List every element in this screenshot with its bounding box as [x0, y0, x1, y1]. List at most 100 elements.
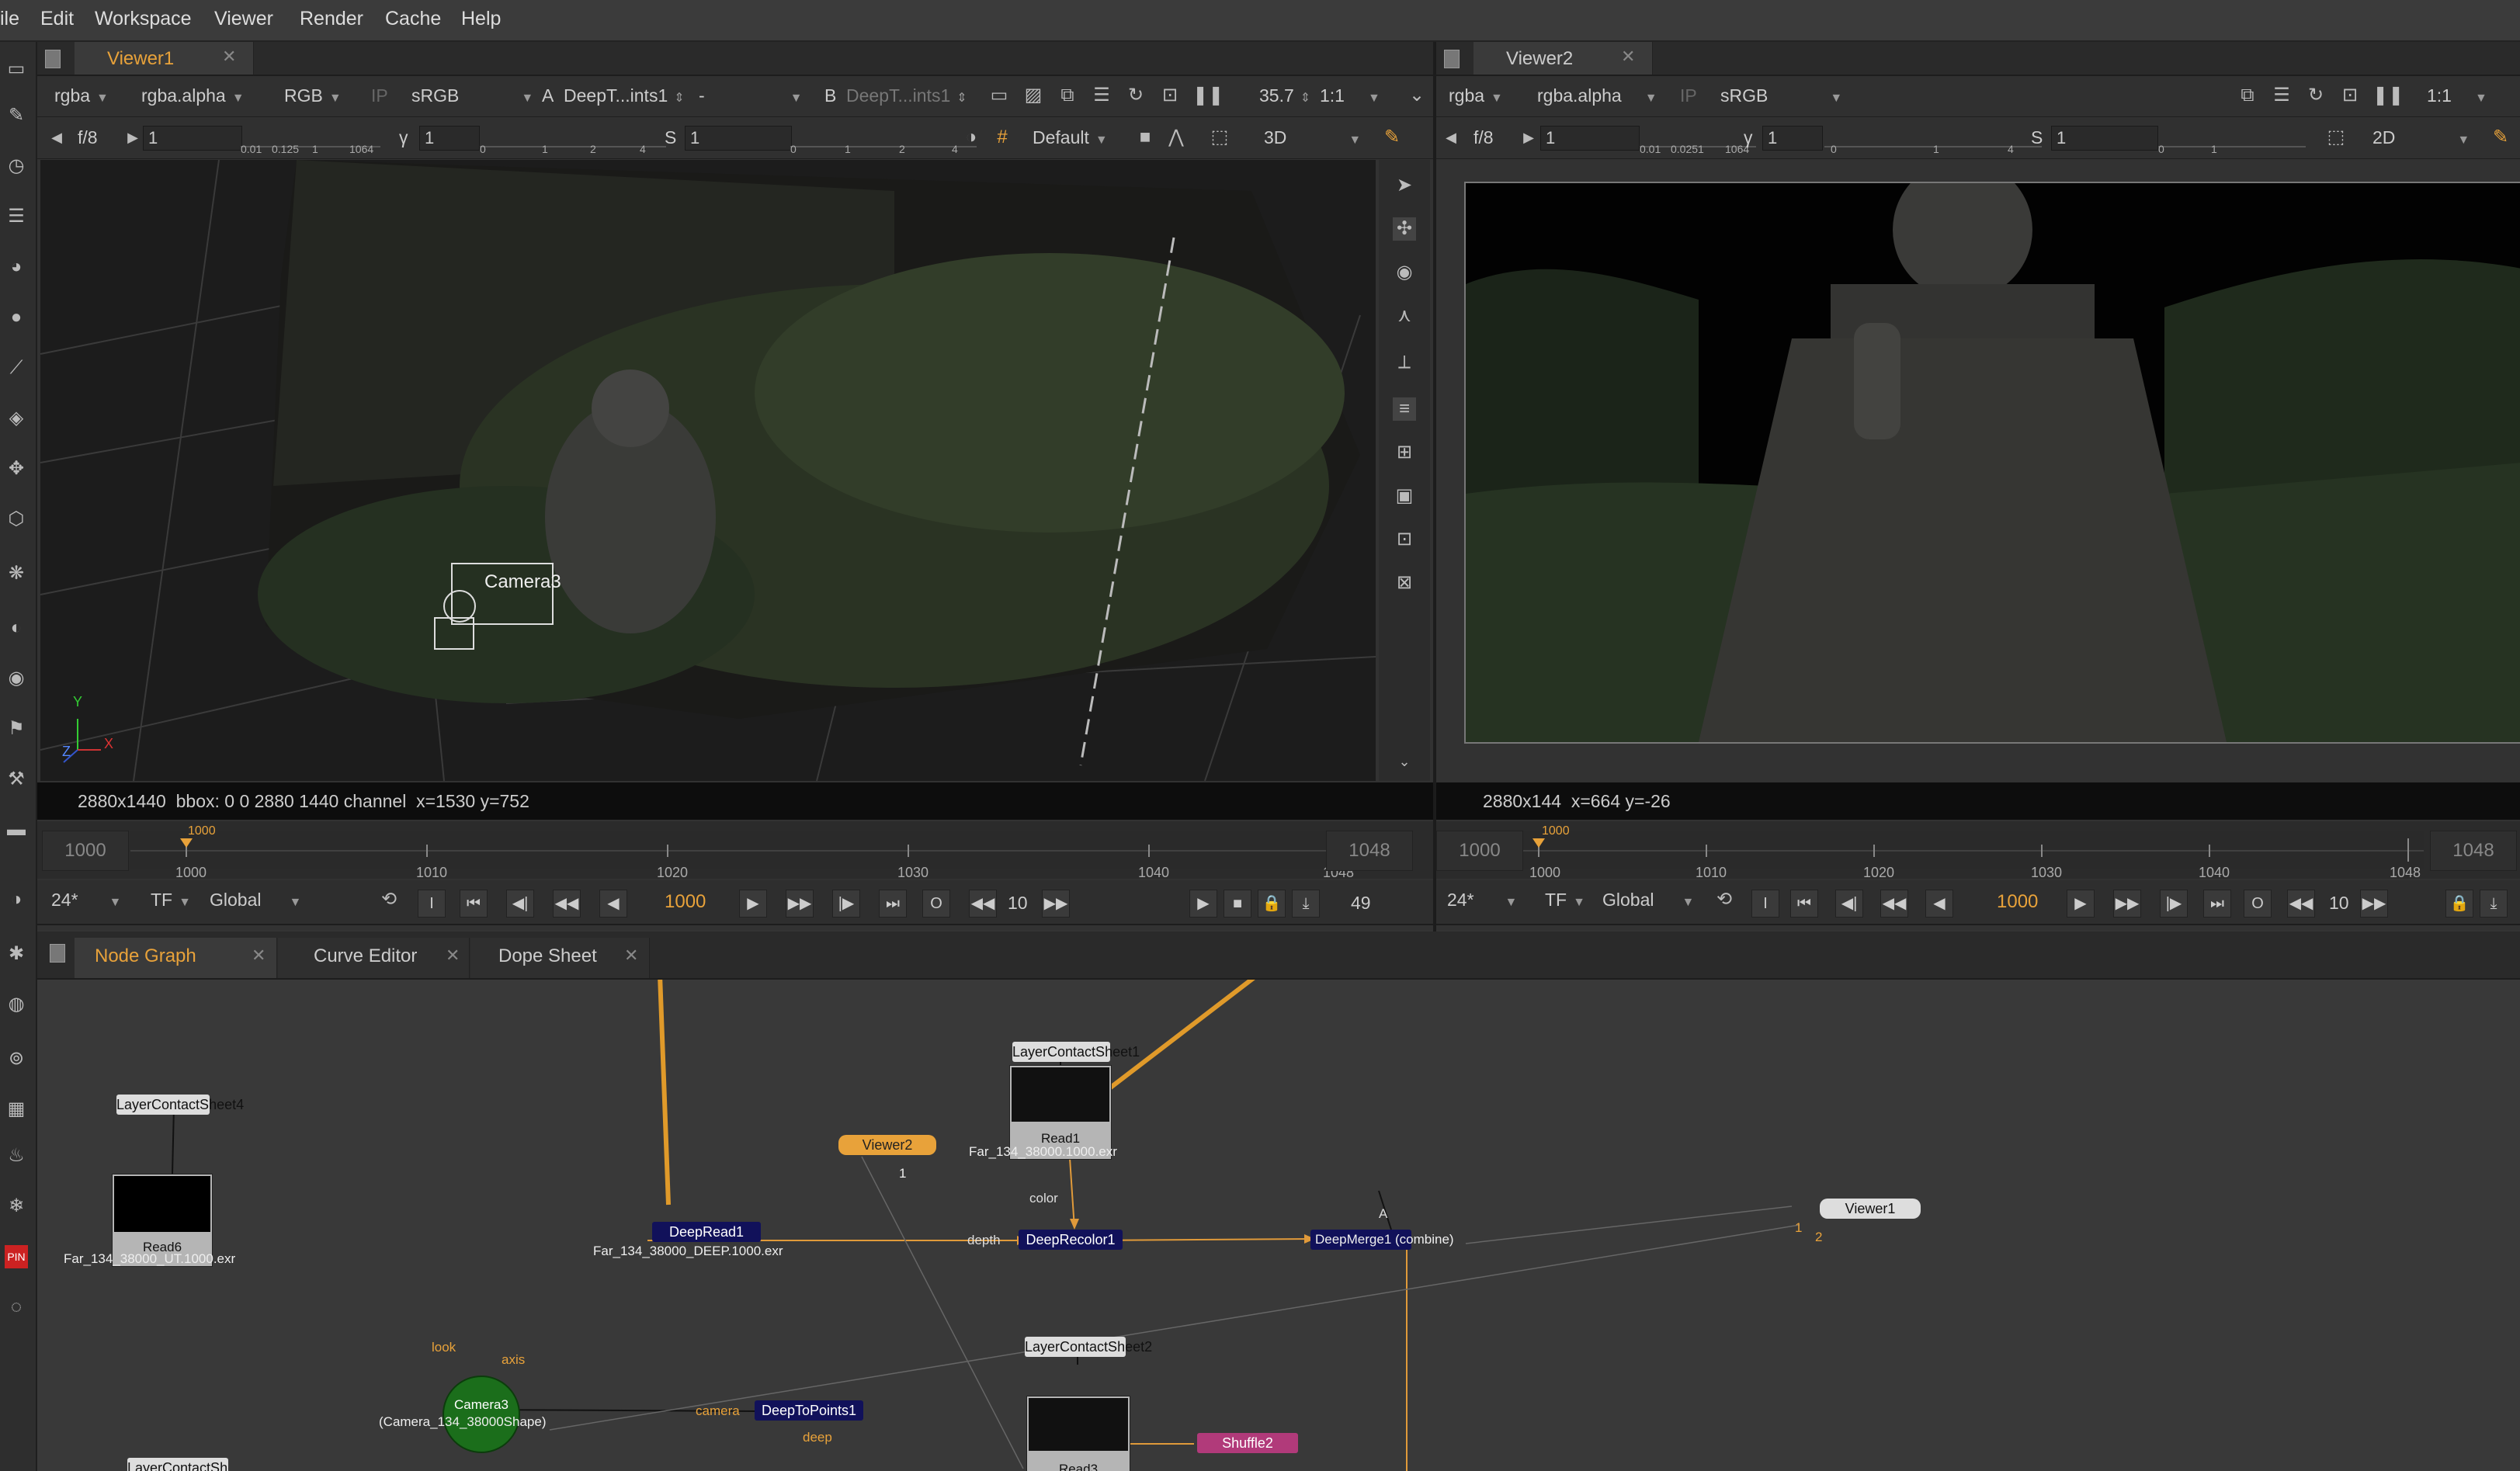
translate-icon[interactable]: ✣ [1393, 217, 1416, 241]
menu-cache[interactable]: Cache [385, 8, 441, 30]
node-deeptopoints1[interactable]: DeepToPoints1 [755, 1400, 863, 1421]
first-frame-icon[interactable]: ⏮ [1790, 890, 1818, 918]
snap-icon[interactable]: ▣ [1393, 484, 1416, 508]
next-keyframe-icon[interactable]: |▶ [832, 890, 860, 918]
menu-render[interactable]: Render [300, 8, 363, 30]
fstop-prev-icon[interactable]: ◀ [45, 126, 68, 149]
roi-icon[interactable]: ▭ [988, 84, 1011, 107]
ratio-dropdown[interactable]: 1:1 ▼ [2427, 82, 2487, 109]
timeline-start-field[interactable]: 1000 [1436, 831, 1523, 871]
prev-increment-icon[interactable]: ◀◀ [1880, 890, 1908, 918]
fstop-label[interactable]: f/8 [78, 124, 98, 151]
node-deeprecolor1[interactable]: DeepRecolor1 [1019, 1230, 1123, 1250]
menu-edit[interactable]: Edit [40, 8, 74, 30]
ip-button[interactable]: IP [371, 82, 388, 109]
overlay-icon[interactable]: ⧉ [2236, 84, 2259, 107]
global-dropdown[interactable]: Global ▼ [1602, 886, 1694, 913]
views-tool-icon[interactable]: ◉ [5, 667, 28, 690]
filter-tool-icon[interactable]: ● [5, 306, 28, 329]
step-forward-icon[interactable]: ▶▶ [2360, 890, 2388, 918]
keyer-tool-icon[interactable]: ⟋ [5, 356, 28, 380]
fstop-label[interactable]: f/8 [1473, 124, 1494, 151]
play-backward-icon[interactable]: ◀ [1925, 890, 1953, 918]
default-dropdown[interactable]: Default ▼ [1033, 124, 1108, 151]
time-tool-icon[interactable]: ◷ [5, 154, 28, 178]
in-point-button[interactable]: I [418, 890, 446, 918]
out-point-button[interactable]: O [2244, 890, 2272, 918]
menu-file[interactable]: ile [0, 8, 19, 30]
step-field[interactable]: 10 [2329, 890, 2349, 916]
ratio-dropdown[interactable]: 1:1 ▼ [1320, 82, 1380, 109]
stack-icon[interactable]: ☰ [2270, 84, 2293, 107]
pane-grip-icon[interactable] [1444, 50, 1460, 68]
chevron-down-icon[interactable]: ⌄ [1393, 750, 1416, 773]
node-layercontactsheet4[interactable]: LayerContactSheet4 [116, 1095, 244, 1115]
bbox-icon[interactable]: ⊞ [1393, 441, 1416, 464]
pane-grip-icon[interactable] [50, 944, 65, 963]
node-graph-canvas[interactable]: LayerContactSheet4 Read6 Far_134_38000_U… [37, 980, 2520, 1471]
step-forward-icon[interactable]: ▶▶ [1042, 890, 1070, 918]
fstop-next-icon[interactable]: ▶ [1517, 126, 1540, 149]
next-increment-icon[interactable]: ▶▶ [2113, 890, 2141, 918]
fps-dropdown[interactable]: 24* ▼ [51, 886, 121, 913]
lock-icon[interactable]: 🔒 [1258, 890, 1286, 918]
node-layercontactsheet-partial[interactable]: LayerContactSheet [127, 1458, 228, 1471]
toolsets-tool-icon[interactable]: ⚒ [5, 768, 28, 791]
play-backward-icon[interactable]: ◀ [599, 890, 627, 918]
metadata-tool-icon[interactable]: ⚑ [5, 717, 28, 741]
next-keyframe-icon[interactable]: |▶ [2160, 890, 2188, 918]
tf-dropdown[interactable]: TF ▼ [151, 886, 191, 913]
render-region-icon[interactable]: ⊡ [1158, 84, 1182, 107]
chevron-down-icon[interactable]: ⌄ [1405, 84, 1428, 107]
a-input-dropdown[interactable]: DeepT...ints1 ⇕ [564, 82, 685, 109]
deep-tool-icon[interactable]: ◐ [5, 616, 28, 640]
timeline-end-field[interactable]: 1048 [1326, 831, 1413, 871]
selection-icon[interactable]: ⬚ [2324, 126, 2348, 149]
pencil-icon[interactable]: ✎ [1380, 126, 1404, 149]
node-layercontactsheet1[interactable]: LayerContactSheet1 [1012, 1042, 1140, 1062]
ab-operation-dropdown[interactable]: - ▼ [699, 82, 803, 109]
node-deepread1[interactable]: DeepRead1 [652, 1222, 761, 1242]
saturation-slider[interactable] [790, 130, 977, 147]
loop-icon[interactable]: ⟲ [377, 888, 401, 911]
last-frame-icon[interactable]: ⏭ [879, 890, 907, 918]
view-mode-dropdown[interactable]: 2D ▼ [2372, 124, 2470, 151]
rotate-icon[interactable]: ◉ [1393, 261, 1416, 284]
grid-icon[interactable]: # [991, 126, 1014, 149]
global-dropdown[interactable]: Global ▼ [210, 886, 301, 913]
stack-icon[interactable]: ☰ [1090, 84, 1113, 107]
out-point-button[interactable]: O [922, 890, 950, 918]
loop-icon[interactable]: ⟲ [1713, 888, 1736, 911]
timeline-track[interactable]: 1000 1000 1010 1020 1030 1040 1048 [130, 824, 1354, 880]
select-arrow-icon[interactable]: ➤ [1393, 174, 1416, 197]
step-back-icon[interactable]: ◀◀ [969, 890, 997, 918]
in-point-button[interactable]: I [1751, 890, 1779, 918]
timeline-track[interactable]: 1000 1000 1010 1020 1030 1040 1048 [1523, 824, 2424, 880]
menu-workspace[interactable]: Workspace [95, 8, 192, 30]
overlay-icon[interactable]: ⧉ [1056, 84, 1079, 107]
camera-view-icon[interactable]: ■ [1133, 126, 1157, 149]
merge-tool-icon[interactable]: ◈ [5, 407, 28, 430]
image-tool-icon[interactable]: ▭ [5, 57, 28, 81]
pause-icon[interactable]: ❚❚ [1192, 84, 1224, 107]
fire-tool-icon[interactable]: ♨ [5, 1144, 28, 1167]
furnace-tool-icon[interactable]: ◑ [5, 888, 28, 911]
step-field[interactable]: 10 [1008, 890, 1028, 916]
first-frame-icon[interactable]: ⏮ [460, 890, 488, 918]
3d-tool-icon[interactable]: ⬡ [5, 508, 28, 531]
export-icon[interactable]: ⤓ [1292, 890, 1320, 918]
play-forward-icon[interactable]: ▶ [2067, 890, 2095, 918]
viewer2-viewport[interactable] [1464, 182, 2520, 744]
map-tool-icon[interactable]: ▦ [5, 1098, 28, 1121]
render-region-icon[interactable]: ⊡ [2338, 84, 2362, 107]
draw-tool-icon[interactable]: ✎ [5, 104, 28, 127]
gain-field[interactable]: 1 [1540, 126, 1640, 151]
tab-node-graph[interactable]: Node Graph ✕ [75, 938, 277, 978]
play-forward-icon[interactable]: ▶ [739, 890, 767, 918]
saturation-field[interactable]: 1 [2051, 126, 2158, 151]
tab-curve-editor[interactable]: Curve Editor ✕ [278, 938, 470, 978]
alpha-dropdown[interactable]: rgba.alpha ▼ [1537, 82, 1657, 109]
viewer1-viewport[interactable]: Camera3 Y Z X [40, 160, 1376, 781]
fstop-next-icon[interactable]: ▶ [121, 126, 144, 149]
zoom-field[interactable]: 35.7 ⇕ [1259, 82, 1310, 109]
